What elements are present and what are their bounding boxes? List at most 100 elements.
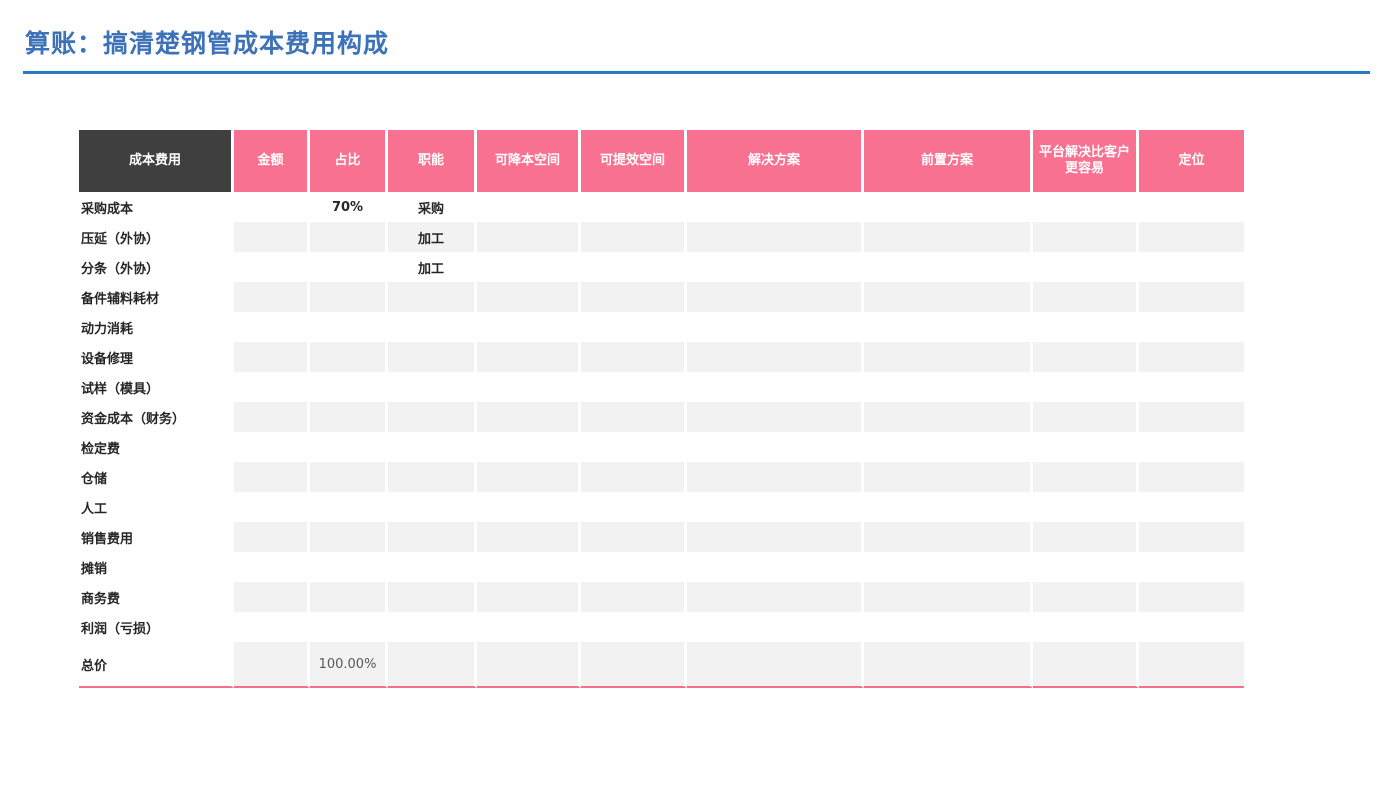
table-cell bbox=[477, 342, 581, 372]
table-cell bbox=[687, 612, 864, 642]
table-cell bbox=[1139, 402, 1244, 432]
page-title: 算账：搞清楚钢管成本费用构成 bbox=[25, 29, 390, 58]
table-cell bbox=[234, 642, 310, 688]
table-cell bbox=[687, 342, 864, 372]
table-cell bbox=[687, 522, 864, 552]
table-cell bbox=[1139, 312, 1244, 342]
table-cell bbox=[477, 282, 581, 312]
table-cell bbox=[1139, 222, 1244, 252]
table-row: 分条（外协） 加工 bbox=[79, 252, 1244, 282]
header-cell: 可降本空间 bbox=[477, 130, 581, 192]
table-cell bbox=[388, 342, 477, 372]
table-cell bbox=[864, 282, 1033, 312]
table-cell bbox=[234, 552, 310, 582]
table-cell bbox=[687, 492, 864, 522]
table-cell bbox=[864, 492, 1033, 522]
table-cell bbox=[864, 612, 1033, 642]
table-cell bbox=[477, 312, 581, 342]
table-cell bbox=[864, 642, 1033, 688]
table-cell bbox=[864, 582, 1033, 612]
table-cell bbox=[1139, 432, 1244, 462]
table-cell bbox=[310, 612, 388, 642]
header-cell: 金额 bbox=[234, 130, 310, 192]
table-cell bbox=[1139, 372, 1244, 402]
table-cell bbox=[687, 552, 864, 582]
table-cell bbox=[310, 432, 388, 462]
header-cell: 成本费用 bbox=[79, 130, 234, 192]
table-cell bbox=[864, 552, 1033, 582]
table-cell bbox=[234, 492, 310, 522]
table-cell bbox=[864, 402, 1033, 432]
table-cell bbox=[234, 612, 310, 642]
table-cell bbox=[477, 252, 581, 282]
table-cell bbox=[581, 522, 687, 552]
table-cell bbox=[1139, 522, 1244, 552]
header-cell: 职能 bbox=[388, 130, 477, 192]
table-cell bbox=[477, 522, 581, 552]
row-label: 人工 bbox=[79, 492, 234, 522]
table-cell bbox=[234, 372, 310, 402]
table-cell bbox=[687, 372, 864, 402]
table-header-row: 成本费用 金额 占比 职能 可降本空间 可提效空间 解决方案 前置方案 平台解决… bbox=[79, 130, 1244, 192]
table-cell bbox=[234, 282, 310, 312]
table-cell bbox=[1139, 192, 1244, 222]
table-cell bbox=[1139, 552, 1244, 582]
table-cell bbox=[581, 642, 687, 688]
row-label: 试样（模具） bbox=[79, 372, 234, 402]
table-cell bbox=[1139, 462, 1244, 492]
table-row: 人工 bbox=[79, 492, 1244, 522]
table-cell bbox=[388, 552, 477, 582]
row-label: 仓储 bbox=[79, 462, 234, 492]
table-cell bbox=[1033, 222, 1139, 252]
table-cell bbox=[1033, 462, 1139, 492]
table-cell bbox=[581, 312, 687, 342]
table-cell bbox=[1033, 342, 1139, 372]
table-cell bbox=[310, 492, 388, 522]
table-cell bbox=[388, 402, 477, 432]
table-cell bbox=[864, 252, 1033, 282]
table-cell bbox=[1033, 582, 1139, 612]
table-row: 资金成本（财务） bbox=[79, 402, 1244, 432]
table-cell bbox=[234, 342, 310, 372]
row-label: 摊销 bbox=[79, 552, 234, 582]
table-cell bbox=[234, 432, 310, 462]
table-cell bbox=[234, 582, 310, 612]
table-cell bbox=[687, 642, 864, 688]
table-cell bbox=[581, 552, 687, 582]
table-cell bbox=[234, 522, 310, 552]
header-cell: 占比 bbox=[310, 130, 388, 192]
table-cell bbox=[581, 612, 687, 642]
table-row: 采购成本 70% 采购 bbox=[79, 192, 1244, 222]
table-cell: 100.00% bbox=[310, 642, 388, 688]
table-cell bbox=[1033, 432, 1139, 462]
table-cell bbox=[310, 282, 388, 312]
table-row: 商务费 bbox=[79, 582, 1244, 612]
table-cell bbox=[1139, 642, 1244, 688]
table-cell bbox=[477, 222, 581, 252]
title-divider bbox=[23, 71, 1370, 74]
row-label: 资金成本（财务） bbox=[79, 402, 234, 432]
table-cell bbox=[310, 552, 388, 582]
table-cell bbox=[310, 522, 388, 552]
table-cell bbox=[477, 402, 581, 432]
table-cell bbox=[687, 462, 864, 492]
row-label: 总价 bbox=[79, 642, 234, 688]
table-cell bbox=[581, 582, 687, 612]
table-cell bbox=[234, 402, 310, 432]
table-row: 试样（模具） bbox=[79, 372, 1244, 402]
table-cell bbox=[581, 252, 687, 282]
row-label: 压延（外协） bbox=[79, 222, 234, 252]
row-label: 采购成本 bbox=[79, 192, 234, 222]
table-cell bbox=[581, 282, 687, 312]
table-cell bbox=[1033, 522, 1139, 552]
table-cell: 加工 bbox=[388, 222, 477, 252]
table-cell bbox=[1139, 282, 1244, 312]
table-row: 动力消耗 bbox=[79, 312, 1244, 342]
table-cell bbox=[1033, 192, 1139, 222]
table-cell bbox=[310, 252, 388, 282]
table-row: 检定费 bbox=[79, 432, 1244, 462]
table-cell bbox=[687, 402, 864, 432]
table-cell bbox=[687, 312, 864, 342]
table-row: 备件辅料耗材 bbox=[79, 282, 1244, 312]
table-cell bbox=[310, 312, 388, 342]
